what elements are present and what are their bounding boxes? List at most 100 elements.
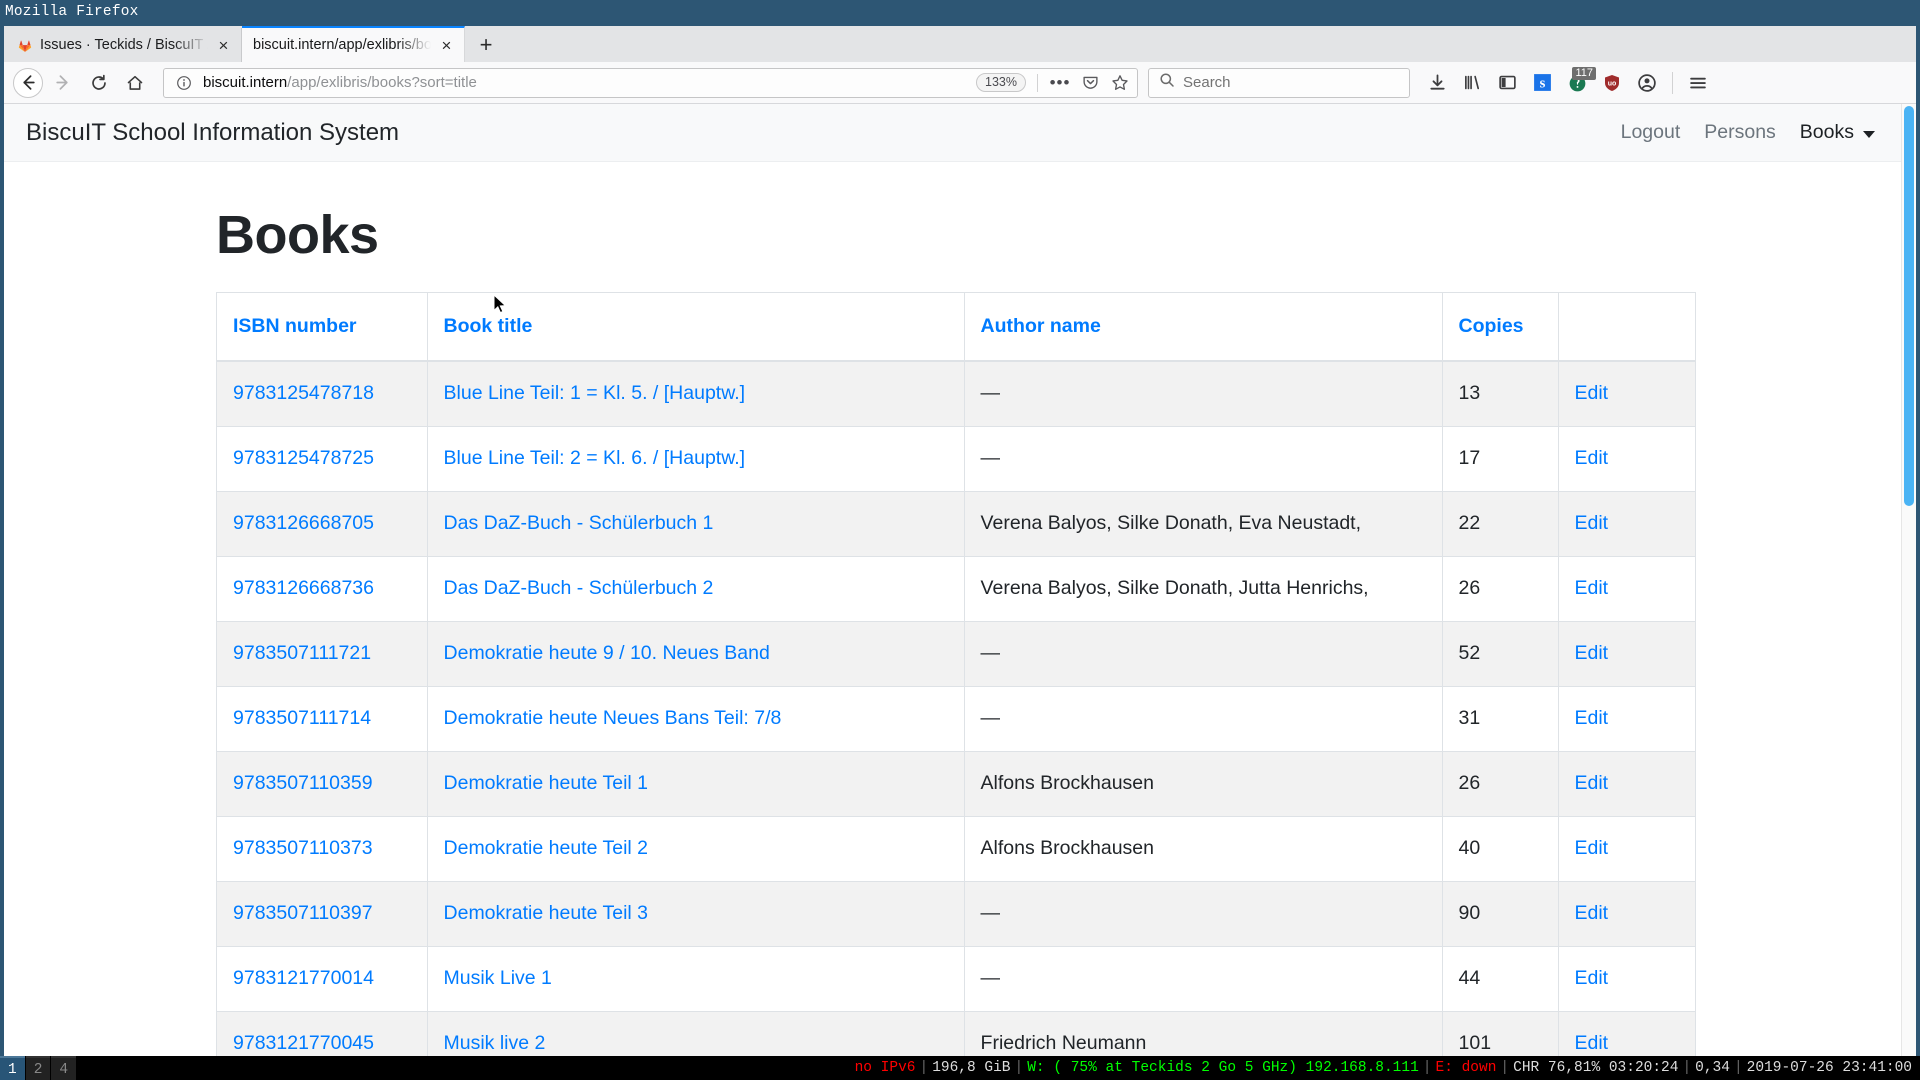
new-tab-button[interactable]: + (467, 28, 505, 62)
nav-link-logout[interactable]: Logout (1621, 121, 1681, 144)
edit-link[interactable]: Edit (1575, 577, 1609, 599)
ublock-origin-icon[interactable]: uo (1597, 68, 1627, 98)
edit-link[interactable]: Edit (1575, 512, 1609, 534)
column-header-copies[interactable]: Copies (1442, 293, 1558, 362)
site-navbar: BiscuIT School Information System Logout… (4, 104, 1901, 162)
firefox-window: Issues · Teckids / BiscuIT / E × biscuit… (0, 24, 1920, 1056)
isbn-link[interactable]: 9783507111714 (233, 707, 371, 729)
nav-link-books[interactable]: Books (1800, 121, 1875, 144)
isbn-link[interactable]: 9783507110359 (233, 772, 373, 794)
table-row: 9783121770045Musik live 2Friedrich Neuma… (217, 1011, 1696, 1056)
book-title-link[interactable]: Blue Line Teil: 1 = Kl. 5. / [Hauptw.] (444, 382, 746, 404)
isbn-link[interactable]: 9783125478718 (233, 382, 374, 404)
page-scrollbar[interactable] (1901, 104, 1916, 1056)
isbn-link[interactable]: 9783125478725 (233, 447, 374, 469)
cell-title: Musik live 2 (427, 1011, 964, 1056)
edit-link[interactable]: Edit (1575, 837, 1609, 859)
books-table: ISBN number Book title Author name Copie… (216, 292, 1696, 1056)
status-disk: 196,8 GiB (932, 1060, 1010, 1076)
book-title-link[interactable]: Musik live 2 (444, 1032, 546, 1054)
scrollbar-thumb[interactable] (1904, 106, 1914, 506)
isbn-link[interactable]: 9783126668705 (233, 512, 374, 534)
site-brand[interactable]: BiscuIT School Information System (26, 119, 399, 147)
book-title-link[interactable]: Demokratie heute Teil 2 (444, 837, 649, 859)
svg-text:s: s (1539, 76, 1545, 92)
downloads-icon[interactable] (1422, 68, 1452, 98)
isbn-link[interactable]: 9783126668736 (233, 577, 374, 599)
cell-title: Demokratie heute Neues Bans Teil: 7/8 (427, 686, 964, 751)
pocket-icon[interactable] (1079, 72, 1101, 94)
edit-link[interactable]: Edit (1575, 902, 1609, 924)
isbn-link[interactable]: 9783121770014 (233, 967, 374, 989)
edit-link[interactable]: Edit (1575, 707, 1609, 729)
edit-link[interactable]: Edit (1575, 1032, 1609, 1054)
hamburger-menu-icon[interactable] (1683, 68, 1713, 98)
edit-link[interactable]: Edit (1575, 447, 1609, 469)
page-info-icon[interactable] (173, 72, 195, 94)
isbn-link[interactable]: 9783507111721 (233, 642, 371, 664)
back-arrow-icon[interactable] (13, 68, 43, 98)
table-row: 9783126668705 Das DaZ-Buch - Schülerbuch … (217, 491, 1696, 556)
tab-close-icon[interactable]: × (438, 37, 455, 54)
column-header-isbn[interactable]: ISBN number (217, 293, 428, 362)
search-input[interactable]: Search (1183, 74, 1231, 91)
cell-isbn: 9783507110397 (217, 881, 428, 946)
book-title-link[interactable]: Blue Line Teil: 2 = Kl. 6. / [Hauptw.] (444, 447, 746, 469)
page-actions-icon[interactable]: ••• (1049, 72, 1071, 94)
browser-tab-2[interactable]: biscuit.intern/app/exlibris/boo × (242, 26, 465, 62)
account-icon[interactable] (1632, 68, 1662, 98)
tab-close-icon[interactable]: × (215, 37, 232, 54)
home-icon[interactable] (118, 68, 151, 98)
status-load: 0,34 (1695, 1060, 1730, 1076)
tab-title: biscuit.intern/app/exlibris/boo (253, 37, 431, 53)
workspace-button[interactable]: 2 (26, 1056, 51, 1080)
book-title-link[interactable]: Das DaZ-Buch - Schülerbuch 1 (444, 512, 714, 534)
edit-link[interactable]: Edit (1575, 772, 1609, 794)
browser-tab-1[interactable]: Issues · Teckids / BiscuIT / E × (6, 28, 242, 62)
cell-copies: 17 (1442, 426, 1558, 491)
url-bar[interactable]: biscuit.intern/app/exlibris/books?sort=t… (163, 68, 1138, 98)
extension-shield-icon[interactable]: 117 (1562, 68, 1592, 98)
book-title-link[interactable]: Das DaZ-Buch - Schülerbuch 2 (444, 577, 714, 599)
workspace-button[interactable]: 4 (51, 1056, 76, 1080)
reload-icon[interactable] (82, 68, 115, 98)
book-title-link[interactable]: Demokratie heute 9 / 10. Neues Band (444, 642, 770, 664)
cell-actions: Edit (1558, 621, 1696, 686)
toolbar-divider (1672, 72, 1673, 94)
table-row: 9783126668736 Das DaZ-Buch - Schülerbuch … (217, 556, 1696, 621)
star-icon[interactable] (1109, 72, 1131, 94)
book-title-link[interactable]: Demokratie heute Teil 1 (444, 772, 649, 794)
edit-link[interactable]: Edit (1575, 967, 1609, 989)
book-title-link[interactable]: Demokratie heute Neues Bans Teil: 7/8 (444, 707, 782, 729)
edit-link[interactable]: Edit (1575, 642, 1609, 664)
page-title: Books (216, 204, 1901, 266)
extension-s-icon[interactable]: s (1527, 68, 1557, 98)
status-divider: | (1678, 1060, 1695, 1076)
gitlab-fox-icon (17, 37, 33, 53)
book-title-link[interactable]: Demokratie heute Teil 3 (444, 902, 649, 924)
status-divider: | (1730, 1060, 1747, 1076)
url-bar-divider (1037, 74, 1038, 92)
cell-actions: Edit (1558, 426, 1696, 491)
search-bar[interactable]: Search (1148, 68, 1410, 98)
table-row: 9783121770014Musik Live 1—44Edit (217, 946, 1696, 1011)
edit-link[interactable]: Edit (1575, 382, 1609, 404)
zoom-level-indicator[interactable]: 133% (976, 73, 1026, 92)
svg-text:uo: uo (1608, 80, 1617, 87)
isbn-link[interactable]: 9783121770045 (233, 1032, 374, 1054)
cell-title: Demokratie heute Teil 2 (427, 816, 964, 881)
isbn-link[interactable]: 9783507110373 (233, 837, 373, 859)
status-divider: | (1011, 1060, 1028, 1076)
cell-isbn: 9783126668705 (217, 491, 428, 556)
cell-actions: Edit (1558, 816, 1696, 881)
column-header-author[interactable]: Author name (964, 293, 1442, 362)
library-icon[interactable] (1457, 68, 1487, 98)
isbn-link[interactable]: 9783507110397 (233, 902, 373, 924)
table-row: 9783125478725 Blue Line Teil: 2 = Kl. 6. … (217, 426, 1696, 491)
workspace-button[interactable]: 1 (0, 1056, 25, 1080)
column-header-actions (1558, 293, 1696, 362)
sidebar-icon[interactable] (1492, 68, 1522, 98)
nav-link-persons[interactable]: Persons (1704, 121, 1776, 144)
book-title-link[interactable]: Musik Live 1 (444, 967, 552, 989)
cell-title: Blue Line Teil: 1 = Kl. 5. / [Hauptw.] (427, 361, 964, 426)
